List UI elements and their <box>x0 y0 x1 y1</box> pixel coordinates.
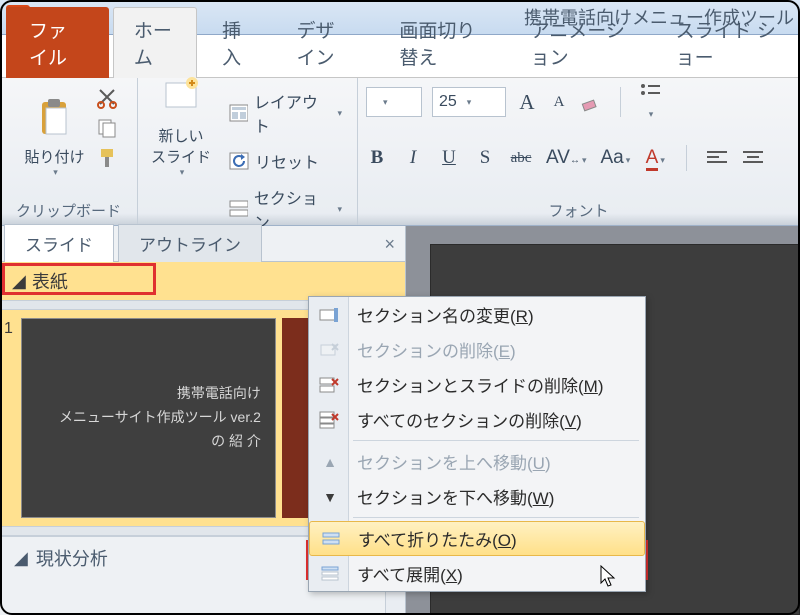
spacing-button[interactable]: AV↔▾ <box>546 147 586 169</box>
shrink-font-button[interactable]: A <box>548 94 570 111</box>
ctx-expand-all[interactable]: すべて展開(X) <box>309 556 645 591</box>
ribbon-tabs: ファイル ホーム 挿入 デザイン 画面切り替え アニメーション スライド ショー <box>0 35 800 78</box>
delete-section-icon <box>317 339 343 361</box>
section-icon <box>229 200 248 218</box>
copy-icon <box>96 117 118 139</box>
ctx-move-up: ▲ セクションを上へ移動(U) <box>309 444 645 479</box>
pane-tab-slides[interactable]: スライド <box>4 224 114 262</box>
ctx-rename-section[interactable]: セクション名の変更(R) <box>309 297 645 332</box>
layout-label: レイアウト <box>254 89 330 137</box>
cut-button[interactable] <box>96 87 118 109</box>
slide-thumbnail[interactable]: 携帯電話向け メニューサイト作成ツール ver.2 の 紹 介 <box>21 318 276 518</box>
layout-icon <box>229 104 248 122</box>
ctx-delete-all-sections[interactable]: すべてのセクションの削除(V) <box>309 402 645 437</box>
tab-file[interactable]: ファイル <box>6 7 109 78</box>
slide-thumb-side <box>282 318 308 518</box>
tab-design[interactable]: デザイン <box>276 7 375 78</box>
align-left-icon <box>707 149 729 167</box>
bullets-icon <box>639 81 661 101</box>
underline-button[interactable]: U <box>438 147 460 169</box>
group-font-label: フォント <box>548 198 608 223</box>
paste-icon <box>34 98 76 140</box>
delete-all-sections-icon <box>317 409 343 431</box>
pane-tab-outline[interactable]: アウトライン <box>118 224 262 262</box>
bold-button[interactable]: B <box>366 147 388 169</box>
font-size-combo[interactable]: 25▾ <box>432 87 506 117</box>
group-clipboard-label: クリップボード <box>16 198 121 223</box>
paste-button[interactable]: 貼り付け ▾ <box>20 83 90 183</box>
section-header-cover[interactable]: ◢ 表紙 <box>0 262 405 300</box>
ctx-delete-section-slides[interactable]: セクションとスライドの削除(M) <box>309 367 645 402</box>
italic-button[interactable]: I <box>402 147 424 169</box>
bullets-button[interactable]: ▾ <box>639 81 661 123</box>
group-slides: 新しい スライド ▾ レイアウト▾ リセット セクション▾ スライド <box>138 78 358 225</box>
align-center-icon <box>743 149 765 167</box>
section-context-menu: セクション名の変更(R) セクションの削除(E) セクションとスライドの削除(M… <box>308 296 646 592</box>
ribbon: 貼り付け ▾ クリップボード 新しい スライド ▾ レ <box>0 78 800 226</box>
delete-section-slides-icon <box>317 374 343 396</box>
pane-tabs: スライド アウトライン × <box>0 226 405 262</box>
rename-icon <box>317 304 343 326</box>
layout-button[interactable]: レイアウト▾ <box>222 85 349 141</box>
section-label-cover: 表紙 <box>32 268 68 294</box>
move-up-icon: ▲ <box>317 451 343 473</box>
ctx-collapse-all[interactable]: すべて折りたたみ(O) <box>309 521 645 556</box>
new-slide-button[interactable]: 新しい スライド ▾ <box>146 83 216 183</box>
eraser-icon <box>580 92 602 112</box>
group-font: ▾ 25▾ A A ▾ B I U S abc AV↔▾ Aa▾ A▾ <box>358 78 800 225</box>
collapse-icon: ◢ <box>14 548 28 569</box>
paste-label: 貼り付け <box>25 146 85 167</box>
strike-button[interactable]: abc <box>510 150 532 167</box>
move-down-icon: ▼ <box>317 486 343 508</box>
collapse-icon: ◢ <box>12 271 26 292</box>
format-painter-icon <box>96 147 118 169</box>
collapse-all-icon <box>318 528 344 550</box>
format-painter-button[interactable] <box>96 147 118 169</box>
tab-home[interactable]: ホーム <box>113 7 197 78</box>
pane-close-button[interactable]: × <box>384 234 395 255</box>
expand-all-icon <box>317 563 343 585</box>
grow-font-button[interactable]: A <box>516 90 538 115</box>
reset-icon <box>229 152 249 170</box>
group-clipboard: 貼り付け ▾ クリップボード <box>0 78 138 225</box>
reset-button[interactable]: リセット <box>222 145 349 177</box>
slide-number: 1 <box>2 318 15 518</box>
ctx-move-down[interactable]: ▼ セクションを下へ移動(W) <box>309 479 645 514</box>
section-label-analysis: 現状分析 <box>36 545 108 571</box>
align-center-button[interactable] <box>743 149 765 167</box>
ctx-delete-section: セクションの削除(E) <box>309 332 645 367</box>
font-color-button[interactable]: A▾ <box>644 147 666 169</box>
new-slide-label: 新しい スライド <box>151 125 211 167</box>
window-title: 携帯電話向けメニュー作成ツール <box>400 4 794 30</box>
cursor-icon <box>600 565 620 589</box>
change-case-button[interactable]: Aa▾ <box>600 147 630 169</box>
clear-format-button[interactable] <box>580 92 602 112</box>
font-name-combo[interactable]: ▾ <box>366 87 422 117</box>
shadow-button[interactable]: S <box>474 147 496 169</box>
align-left-button[interactable] <box>707 149 729 167</box>
tab-insert[interactable]: 挿入 <box>201 7 271 78</box>
copy-button[interactable] <box>96 117 118 139</box>
reset-label: リセット <box>255 149 319 173</box>
cut-icon <box>96 87 118 109</box>
new-slide-icon <box>160 77 202 119</box>
